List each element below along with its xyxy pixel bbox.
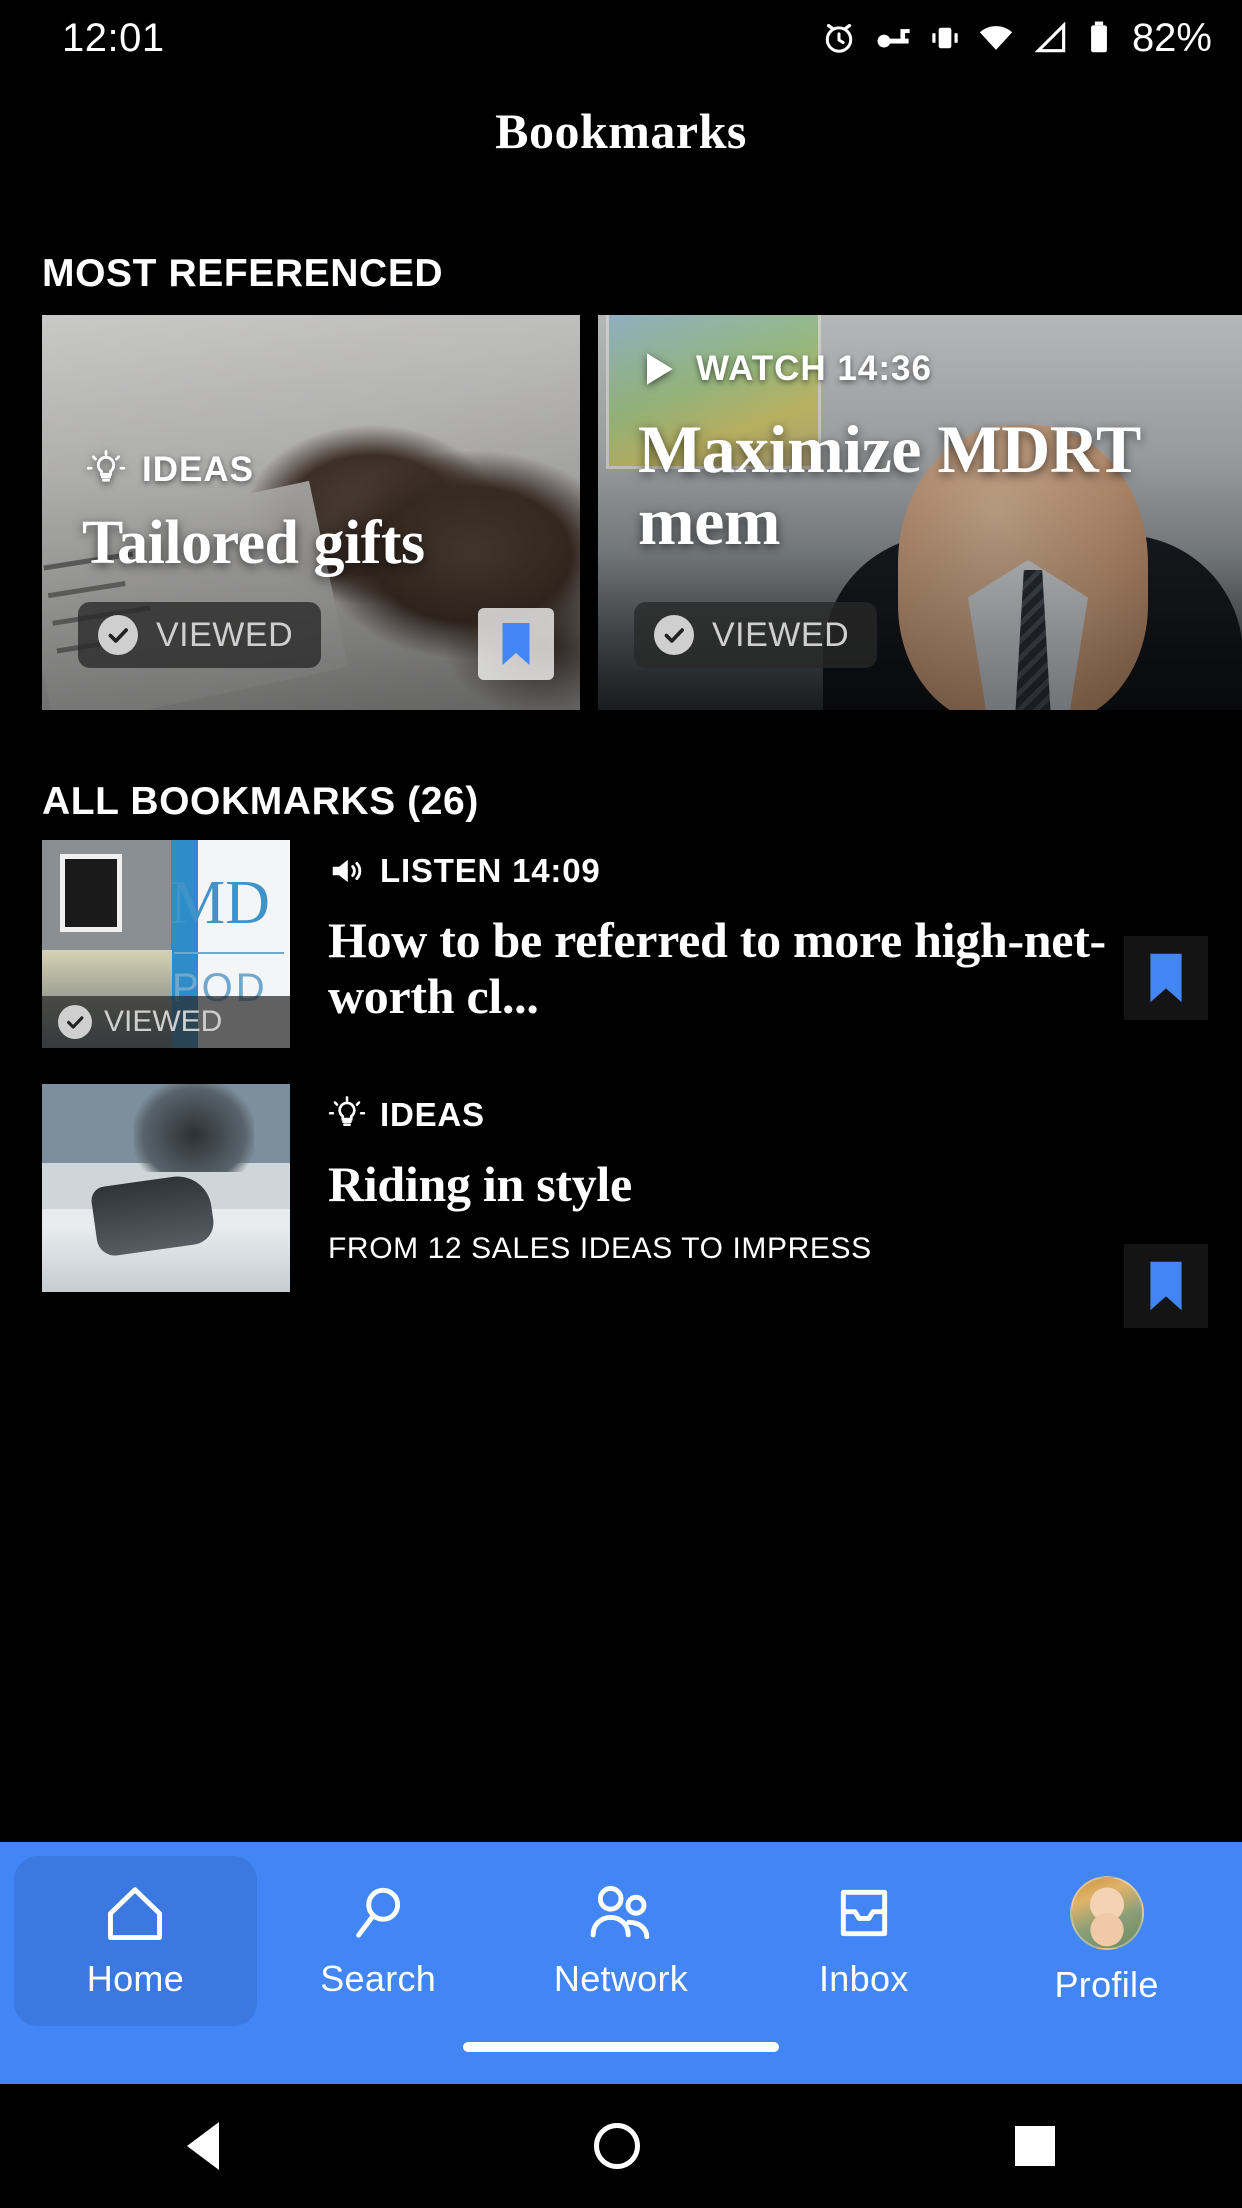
bookmark-list: MD POD VIEWED LISTEN 14:09 How to be ref… [0,840,1242,1364]
people-icon [590,1886,650,1940]
battery-icon [1091,21,1107,53]
system-navigation-bar [0,2084,1242,2208]
nav-item-search[interactable]: Search [257,1856,500,2026]
bookmark-icon [1150,1261,1182,1311]
list-item-thumbnail: MD POD VIEWED [42,840,290,1048]
nav-item-label: Home [86,1958,185,1999]
decorative-frame [60,854,122,932]
list-item-thumbnail [42,1084,290,1292]
viewed-label: VIEWED [156,615,294,654]
nav-item-inbox[interactable]: Inbox [742,1856,985,2026]
viewed-label: VIEWED [104,1005,223,1038]
speaker-icon [332,859,362,883]
card-kicker-label: IDEAS [142,450,254,489]
vpn-key-icon [877,29,910,48]
wifi-icon [979,26,1013,50]
signal-icon [1034,21,1066,53]
list-item-kicker: IDEAS [328,1096,1114,1134]
lightbulb-icon [328,1096,366,1127]
decorative-tree [134,1084,254,1172]
check-circle-icon [98,615,138,655]
viewed-badge: VIEWED [78,602,322,668]
inbox-icon [840,1889,887,1937]
card-title: Maximize MDRT mem [638,411,1140,560]
nav-item-network[interactable]: Network [500,1856,743,2026]
list-item-kicker: LISTEN 14:09 [328,852,1114,890]
status-icons: 82% [820,16,1212,61]
mdrt-wordmark: MD [170,869,270,937]
list-item-title: How to be referred to more high-net-wort… [328,912,1106,1024]
viewed-badge: VIEWED [634,602,878,668]
nav-item-label: Search [320,1958,437,1999]
check-circle-icon [654,615,694,655]
bookmark-icon [502,623,530,665]
bookmark-icon [1150,953,1182,1003]
list-item[interactable]: IDEAS Riding in style FROM 12 SALES IDEA… [0,1084,1242,1328]
list-item[interactable]: MD POD VIEWED LISTEN 14:09 How to be ref… [0,840,1242,1048]
featured-card-maximize-mdrt[interactable]: WATCH 14:36 Maximize MDRT mem VIEWED [598,315,1242,710]
list-item-title: Riding in style [328,1156,632,1212]
nav-item-label: Network [553,1958,689,1999]
back-button[interactable] [187,2122,220,2170]
battery-percent: 82% [1131,15,1212,60]
thumbnail-artwork [42,1084,290,1292]
app-screen: 12:01 82% Bookmarks MOST REFERENCED IDEA… [0,0,1242,2208]
play-icon [647,353,673,385]
status-clock: 12:01 [62,15,165,60]
alarm-icon [825,23,853,53]
check-circle-icon [58,1005,92,1039]
page-title: Bookmarks [495,103,747,159]
list-item-body: LISTEN 14:09 How to be referred to more … [290,840,1114,1024]
nav-item-label: Inbox [819,1958,909,1999]
home-icon [108,1887,163,1940]
bottom-navigation: Home Search Network Inbox Profile [0,1842,1242,2084]
list-item-subtitle: FROM 12 SALES IDEAS TO IMPRESS [328,1232,872,1265]
list-item-kicker-label: IDEAS [380,1096,485,1133]
viewed-label: VIEWED [712,615,850,654]
featured-carousel[interactable]: IDEAS Tailored gifts VIEWED WATCH 14:36 … [0,315,1242,710]
recents-button[interactable] [1014,2126,1055,2166]
viewed-badge: VIEWED [42,996,290,1048]
search-icon [356,1887,401,1938]
vibrate-icon [932,27,958,49]
list-item-body: IDEAS Riding in style FROM 12 SALES IDEA… [290,1084,1114,1266]
nav-item-profile[interactable]: Profile [985,1856,1228,2026]
section-header-most-referenced: MOST REFERENCED [42,252,444,295]
avatar [1069,1876,1144,1950]
card-kicker: IDEAS [86,450,254,490]
bottom-nav-items: Home Search Network Inbox Profile [0,1842,1242,2026]
lightbulb-icon [86,450,126,482]
decorative-rule [174,952,284,954]
home-button[interactable] [593,2123,640,2169]
gesture-home-bar[interactable] [463,2042,779,2052]
bookmark-toggle[interactable] [478,608,554,680]
nav-item-home[interactable]: Home [14,1856,257,2026]
list-item-kicker-label: LISTEN 14:09 [380,852,601,889]
bookmark-toggle[interactable] [1124,936,1208,1020]
section-header-all-bookmarks: ALL BOOKMARKS (26) [42,780,479,823]
status-bar: 12:01 82% [0,0,1242,76]
nav-item-label: Profile [1054,1964,1159,2005]
featured-card-tailored-gifts[interactable]: IDEAS Tailored gifts VIEWED [42,315,580,710]
card-title: Tailored gifts [82,509,425,577]
card-kicker-label: WATCH 14:36 [696,349,932,388]
card-kicker: WATCH 14:36 [636,347,932,391]
bookmark-toggle[interactable] [1124,1244,1208,1328]
